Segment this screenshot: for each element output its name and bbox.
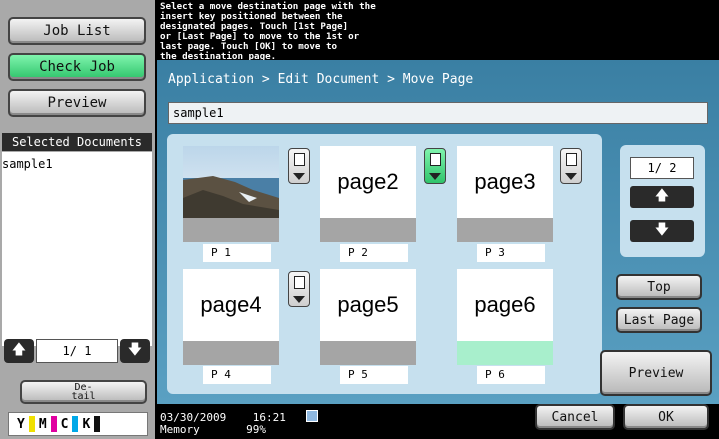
insert-key-after-4[interactable] xyxy=(288,271,310,307)
insert-key-after-2-selected[interactable] xyxy=(424,148,446,184)
toner-levels: Y M C K xyxy=(8,412,148,436)
last-page-label: Last Page xyxy=(623,312,695,328)
sidebar-up-arrow-icon[interactable]: 🡅 xyxy=(4,339,34,363)
page-label-5: P 5 xyxy=(340,366,408,384)
arrow-down-icon xyxy=(429,172,441,180)
cancel-button[interactable]: Cancel xyxy=(535,404,615,430)
detail-label-line2: tail xyxy=(71,391,96,402)
sidebar-preview-button[interactable]: Preview xyxy=(8,89,146,117)
sidebar-preview-label: Preview xyxy=(47,95,107,111)
detail-button[interactable]: De- tail xyxy=(20,380,147,404)
ok-label: OK xyxy=(658,409,674,425)
preview-button[interactable]: Preview xyxy=(600,350,712,396)
top-button[interactable]: Top xyxy=(616,274,702,300)
page-thumbnail-3[interactable]: page3 xyxy=(457,146,553,242)
document-icon xyxy=(293,275,305,289)
page-thumbnail-5[interactable]: page5 xyxy=(320,269,416,365)
toner-m-label: M xyxy=(38,416,47,432)
sidebar-down-arrow-icon[interactable]: 🡇 xyxy=(120,339,150,363)
page-thumbnail-6-selected[interactable]: page6 xyxy=(457,269,553,365)
memory-label: Memory xyxy=(160,423,200,436)
page-5-content: page5 xyxy=(320,269,416,341)
selected-documents-header: Selected Documents xyxy=(2,133,152,151)
arrow-down-icon xyxy=(293,295,305,303)
insert-key-after-3[interactable] xyxy=(560,148,582,184)
arrow-up-icon: 🡅 xyxy=(654,188,670,204)
arrow-down-icon: 🡇 xyxy=(654,222,670,238)
arrow-down-icon xyxy=(565,172,577,180)
page-thumbnail-2[interactable]: page2 xyxy=(320,146,416,242)
job-list-label: Job List xyxy=(43,23,111,39)
page-1-strip xyxy=(183,218,279,242)
page-label-1: P 1 xyxy=(203,244,271,262)
page-thumbnail-1[interactable] xyxy=(183,146,279,242)
page-6-strip xyxy=(457,341,553,365)
page-4-content: page4 xyxy=(183,269,279,341)
sidebar-page-indicator: 1/ 1 xyxy=(36,339,118,363)
selected-document-item[interactable]: sample1 xyxy=(2,157,53,171)
toner-c-bar xyxy=(72,416,79,432)
toner-k-label: K xyxy=(82,416,91,432)
preview-label: Preview xyxy=(628,365,684,381)
page-3-content: page3 xyxy=(457,146,553,218)
page-3-strip xyxy=(457,218,553,242)
check-job-button[interactable]: Check Job xyxy=(8,53,146,81)
arrow-down-icon xyxy=(293,172,305,180)
last-page-button[interactable]: Last Page xyxy=(616,307,702,333)
check-job-label: Check Job xyxy=(39,59,115,75)
page-thumbnail-4[interactable]: page4 xyxy=(183,269,279,365)
memory-value: 99% xyxy=(246,423,266,436)
page-5-strip xyxy=(320,341,416,365)
page-2-strip xyxy=(320,218,416,242)
document-icon xyxy=(429,152,441,166)
page-up-button[interactable]: 🡅 xyxy=(630,186,694,208)
document-name-field: sample1 xyxy=(168,102,708,124)
landscape-photo-icon xyxy=(183,146,279,218)
selected-documents-list xyxy=(2,152,152,346)
page-label-4: P 4 xyxy=(203,366,271,384)
job-list-button[interactable]: Job List xyxy=(8,17,146,45)
toner-m-bar xyxy=(50,416,57,432)
page-label-6: P 6 xyxy=(477,366,545,384)
status-bar: 03/30/2009 16:21 Memory 99% xyxy=(160,412,286,436)
toner-y-label: Y xyxy=(17,416,25,432)
page-6-content: page6 xyxy=(457,269,553,341)
ok-button[interactable]: OK xyxy=(623,404,709,430)
toner-c-label: C xyxy=(60,416,69,432)
document-icon xyxy=(293,152,305,166)
page-label-3: P 3 xyxy=(477,244,545,262)
page-2-content: page2 xyxy=(320,146,416,218)
page-indicator: 1/ 2 xyxy=(630,157,694,179)
top-label: Top xyxy=(647,279,671,295)
breadcrumb: Application > Edit Document > Move Page xyxy=(168,72,474,87)
page-down-button[interactable]: 🡇 xyxy=(630,220,694,242)
network-status-icon xyxy=(306,410,318,422)
instruction-message: Select a move destination page with the … xyxy=(160,2,460,62)
page-label-2: P 2 xyxy=(340,244,408,262)
document-icon xyxy=(565,152,577,166)
insert-key-after-1[interactable] xyxy=(288,148,310,184)
toner-k-bar xyxy=(94,416,101,432)
toner-y-bar xyxy=(28,416,35,432)
cancel-label: Cancel xyxy=(551,409,599,425)
page-4-strip xyxy=(183,341,279,365)
